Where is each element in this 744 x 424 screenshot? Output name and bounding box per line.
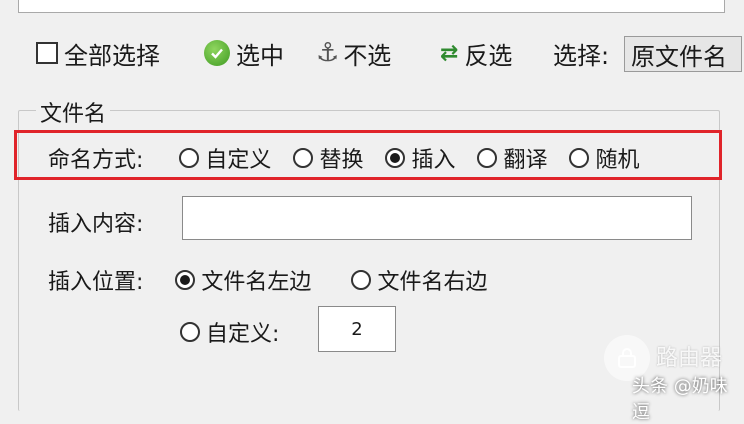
select-button[interactable]: 选中 [204,38,284,70]
naming-option-random[interactable]: 随机 [569,142,640,174]
top-panel-edge [0,0,744,20]
insert-content-label: 插入内容: [48,212,144,237]
custom-position-row: 自定义: [180,316,301,348]
choose-dropdown-value: 原文件名 [631,42,727,71]
naming-option-label: 替换 [319,148,364,173]
deselect-button[interactable]: ⚓ 不选 [316,38,392,70]
position-option-custom[interactable]: 自定义: [180,316,279,348]
naming-method-label: 命名方式: [48,148,144,173]
insert-position-row: 插入位置: 文件名左边 文件名右边 [48,264,509,296]
deselect-button-label: 不选 [343,41,392,70]
anchor-icon: ⚓ [316,38,340,68]
naming-option-insert[interactable]: 插入 [385,142,455,174]
select-button-label: 选中 [236,41,284,70]
invert-button[interactable]: ⇄ 反选 [440,38,513,70]
naming-radio-insert[interactable] [385,148,406,168]
right-edge [722,110,744,402]
custom-position-value: 2 [351,318,363,340]
insert-content-row: 插入内容: [48,206,143,238]
position-option-label: 文件名左边 [201,270,312,295]
naming-radio-custom[interactable] [179,148,200,168]
insert-content-input[interactable] [182,196,692,240]
naming-option-label: 自定义 [205,148,272,173]
position-radio-custom[interactable] [180,322,200,342]
invert-button-label: 反选 [464,41,513,70]
select-all-label: 全部选择 [64,41,160,70]
position-option-left[interactable]: 文件名左边 [175,264,311,296]
naming-method-row: 命名方式: 自定义 替换 插入 翻译 随机 [48,142,640,174]
choose-label: 选择: [553,38,610,70]
naming-option-custom[interactable]: 自定义 [179,142,271,174]
naming-radio-translate[interactable] [477,148,498,168]
naming-option-label: 随机 [595,148,640,173]
select-all-checkbox[interactable] [36,42,58,64]
check-circle-icon [204,40,230,66]
naming-option-replace[interactable]: 替换 [293,142,363,174]
choose-label-text: 选择: [553,41,610,70]
custom-position-input[interactable]: 2 [318,306,396,352]
position-option-right[interactable]: 文件名右边 [351,264,487,296]
shuffle-icon: ⇄ [440,40,459,66]
naming-radio-random[interactable] [569,148,590,168]
naming-option-translate[interactable]: 翻译 [477,142,547,174]
watermark-logo-text: 路由器 [656,346,723,371]
list-panel-bottom [18,0,725,13]
naming-option-label: 翻译 [503,148,548,173]
select-all-toggle[interactable]: 全部选择 [36,38,160,70]
position-option-label: 文件名右边 [377,270,488,295]
choose-dropdown[interactable]: 原文件名 [624,36,742,72]
insert-position-label: 插入位置: [48,270,144,295]
naming-radio-replace[interactable] [293,148,314,168]
position-option-label: 自定义: [206,322,280,347]
watermark-credit: 头条 @奶味逗 [632,376,728,423]
position-radio-left[interactable] [175,270,196,290]
naming-option-label: 插入 [411,148,456,173]
position-radio-right[interactable] [351,270,372,290]
filename-group-title: 文件名 [36,96,111,128]
